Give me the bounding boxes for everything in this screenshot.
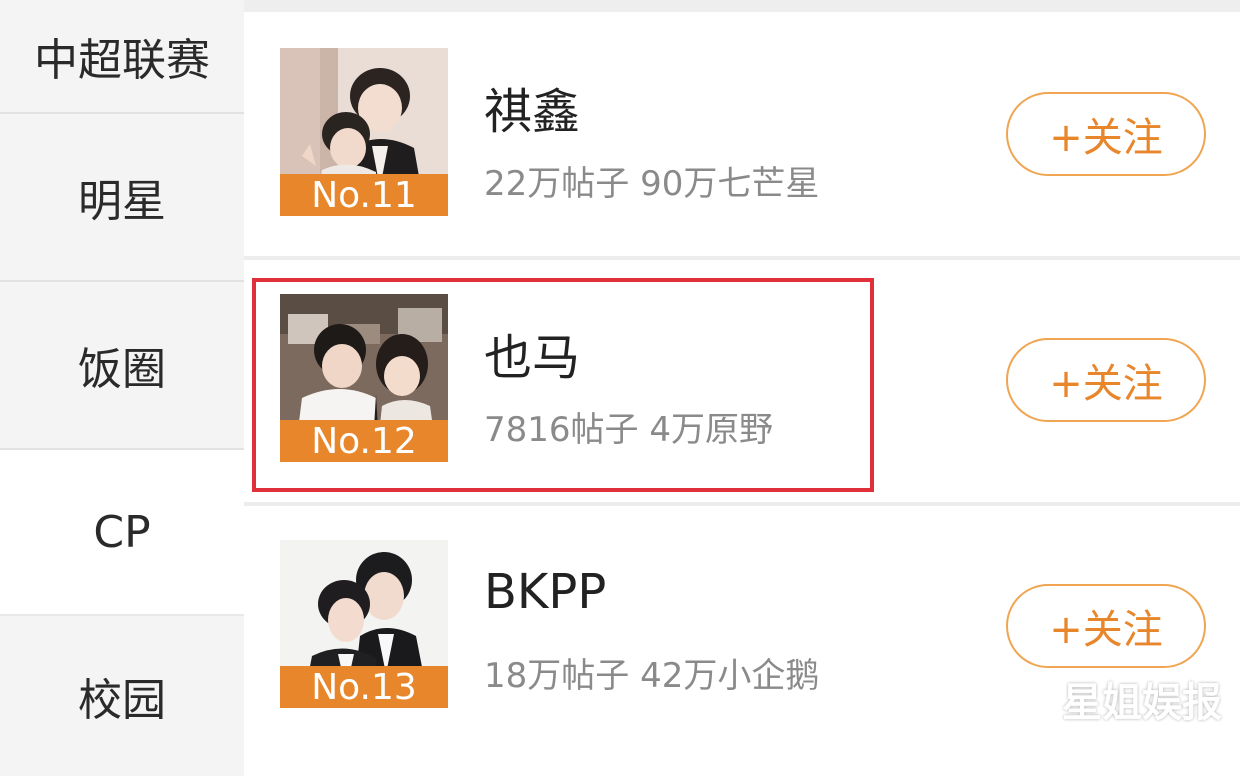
list-item[interactable]: No.11 祺鑫 22万帖子 90万七芒星 +关注 [244, 12, 1240, 252]
cp-avatar[interactable]: No.11 [280, 48, 448, 216]
highlight-box [252, 278, 874, 492]
rank-badge: No.11 [280, 174, 448, 216]
cp-name[interactable]: 祺鑫 [484, 72, 580, 142]
follow-button-label: +关注 [1049, 361, 1163, 407]
sidebar-item-super-league[interactable]: 中超联赛 [0, 0, 244, 114]
follow-button[interactable]: +关注 [1006, 92, 1206, 176]
sidebar-item-label: 校园 [78, 675, 166, 726]
sidebar-item-fandom[interactable]: 饭圈 [0, 282, 244, 450]
sidebar-item-label: 明星 [78, 176, 166, 227]
cp-stats: 18万帖子 42万小企鹅 [484, 656, 820, 696]
watermark: 星姐娱报 [1062, 680, 1222, 726]
follow-button[interactable]: +关注 [1006, 584, 1206, 668]
cp-name[interactable]: BKPP [484, 564, 606, 620]
category-sidebar: 中超联赛 明星 饭圈 CP 校园 [0, 0, 244, 776]
follow-button-label: +关注 [1049, 607, 1163, 653]
cp-avatar[interactable]: No.13 [280, 540, 448, 708]
sidebar-item-campus[interactable]: 校园 [0, 616, 244, 776]
divider [244, 0, 1240, 12]
sidebar-item-cp[interactable]: CP [0, 450, 244, 616]
follow-button[interactable]: +关注 [1006, 338, 1206, 422]
sidebar-item-stars[interactable]: 明星 [0, 114, 244, 282]
sidebar-item-label: 饭圈 [78, 344, 166, 395]
sidebar-item-label: CP [93, 506, 151, 558]
cp-stats: 22万帖子 90万七芒星 [484, 164, 820, 204]
sidebar-item-label: 中超联赛 [34, 35, 210, 86]
follow-button-label: +关注 [1049, 115, 1163, 161]
rank-badge: No.13 [280, 666, 448, 708]
